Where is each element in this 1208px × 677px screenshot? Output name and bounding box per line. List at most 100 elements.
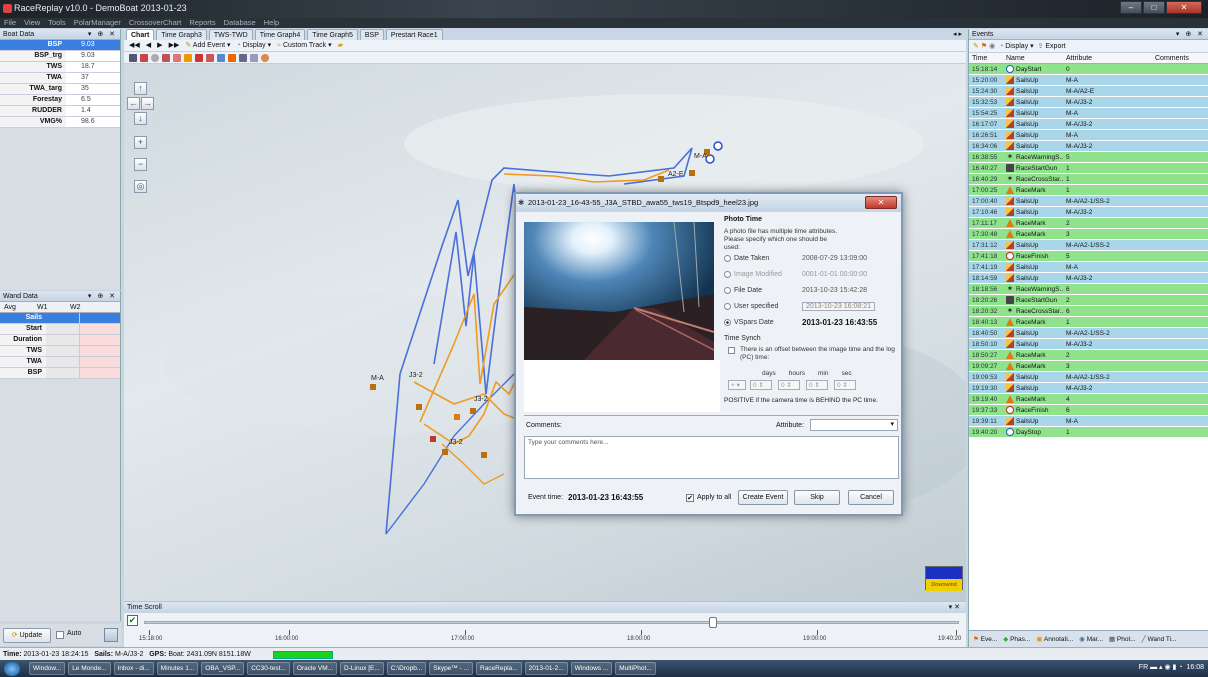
zoom-in-button[interactable]: + [134, 136, 147, 149]
pan-up-button[interactable]: ↑ [134, 82, 147, 95]
time-scroll-checkbox[interactable]: ✔ [127, 615, 138, 626]
taskbar-button[interactable]: RaceRepla... [476, 662, 522, 675]
taskbar-button[interactable]: Le Monde... [68, 662, 111, 675]
panel-pin-close-icon[interactable]: ▾ ⊕ ✕ [88, 29, 117, 40]
time-slider-thumb[interactable] [709, 617, 717, 628]
wand-w1-cell[interactable] [46, 357, 80, 367]
option-file-date[interactable]: File Date 2013-10-23 15:42:28 [724, 284, 867, 296]
clock[interactable]: 16:08 [1186, 664, 1204, 671]
wand-w2-cell[interactable] [80, 368, 120, 378]
radio-date-taken[interactable] [724, 254, 731, 262]
col-attribute[interactable]: Attribute [1063, 53, 1152, 63]
tab-prestart-race1[interactable]: Prestart Race1 [385, 29, 443, 40]
target-icon[interactable]: ◉ [989, 43, 995, 50]
boat-data-row[interactable]: TWS 18.7 [0, 62, 120, 73]
wand-data-row[interactable]: Start [0, 324, 120, 335]
taskbar-button[interactable]: Window... [29, 662, 66, 675]
days-spinner[interactable]: 0 ⇕ [750, 380, 772, 390]
comments-textarea[interactable]: Type your comments here... [524, 436, 899, 479]
event-row[interactable]: 15:32:53 SailsUp M-A/J3-2 [969, 97, 1208, 108]
measure-tool-icon[interactable] [206, 53, 214, 62]
pan-down-button[interactable]: ↓ [134, 112, 147, 125]
event-row[interactable]: 16:17:07 SailsUp M-A/J3-2 [969, 119, 1208, 130]
event-row[interactable]: 16:26:51 SailsUp M-A [969, 130, 1208, 141]
event-row[interactable]: 18:50:27 RaceMark 2 [969, 350, 1208, 361]
tab-annotations[interactable]: ▣ Annotati... [1036, 631, 1073, 647]
wand-w2-cell[interactable] [80, 346, 120, 356]
taskbar-button[interactable]: D-Linux [E... [340, 662, 384, 675]
zoom-out-button[interactable]: − [134, 158, 147, 171]
close-button[interactable]: ✕ [1166, 1, 1202, 14]
add-event-button[interactable]: ✎ Add Event ▾ [185, 40, 230, 51]
option-date-taken[interactable]: Date Taken 2008-07-29 13:09:00 [724, 252, 867, 264]
wand-w2-cell[interactable] [80, 313, 120, 323]
wand-w1-cell[interactable] [46, 324, 80, 334]
taskbar-button[interactable]: MultiPhot... [615, 662, 656, 675]
create-event-button[interactable]: Create Event [738, 490, 788, 505]
sec-spinner[interactable]: 0 ⇕ [834, 380, 856, 390]
draw-tool-icon[interactable] [173, 53, 181, 62]
sail-change-marker[interactable] [481, 452, 487, 458]
tab-phases[interactable]: ◆ Phas... [1003, 631, 1030, 647]
wind-tool-icon[interactable] [239, 53, 247, 62]
boat-data-row[interactable]: Forestay 6.5 [0, 95, 120, 106]
boat-data-row[interactable]: TWA 37 [0, 73, 120, 84]
menu-crossoverchart[interactable]: CrossoverChart [129, 18, 182, 28]
panel-pin-close-icon[interactable]: ▾ ⊕ ✕ [88, 291, 117, 302]
last-button-icon[interactable]: ▶▶ [169, 40, 180, 51]
radio-file-date[interactable] [724, 286, 731, 294]
event-row[interactable]: 17:30:48 RaceMark 3 [969, 229, 1208, 240]
taskbar-button[interactable]: Minutes 1... [156, 662, 199, 675]
event-row[interactable]: 15:18:14 DayStart 0 [969, 64, 1208, 75]
event-row[interactable]: 17:31:12 SailsUp M-A/A2-1/SS-2 [969, 240, 1208, 251]
wand-data-row[interactable]: Duration [0, 335, 120, 346]
taskbar-button[interactable]: Inbox - di... [113, 662, 154, 675]
event-row[interactable]: 15:24:30 SailsUp M-A/A2-E [969, 86, 1208, 97]
sail-change-marker[interactable] [658, 176, 664, 182]
hours-spinner[interactable]: 0 ⇕ [778, 380, 800, 390]
auto-checkbox[interactable] [56, 631, 64, 639]
event-row[interactable]: 18:20:26 RaceStartGun 2 [969, 295, 1208, 306]
wand-data-row[interactable]: TWS [0, 346, 120, 357]
event-row[interactable]: 18:20:32 ✶ RaceCrossStar... 6 [969, 306, 1208, 317]
event-row[interactable]: 17:00:25 RaceMark 1 [969, 185, 1208, 196]
time-scroll-close-icon[interactable]: ▾ ✕ [949, 602, 960, 613]
settings-icon[interactable] [104, 628, 118, 642]
zoom-tool-icon[interactable] [140, 53, 148, 62]
tab-scroll-arrows-icon[interactable]: ◂ ▸ [953, 30, 962, 38]
wand-data-row[interactable]: BSP [0, 368, 120, 379]
min-spinner[interactable]: 0 ⇕ [806, 380, 828, 390]
mark-tool-icon[interactable] [195, 53, 203, 62]
event-row[interactable]: 17:00:40 SailsUp M-A/A2-1/SS-2 [969, 196, 1208, 207]
radio-image-modified[interactable] [724, 270, 731, 278]
offset-checkbox[interactable] [728, 347, 735, 354]
boat-tool-icon[interactable] [228, 53, 236, 62]
event-row[interactable]: 19:19:30 SailsUp M-A/J3-2 [969, 383, 1208, 394]
menu-tools[interactable]: Tools [48, 18, 66, 28]
event-row[interactable]: 19:09:53 SailsUp M-A/A2-1/SS-2 [969, 372, 1208, 383]
taskbar-button[interactable]: C:\Dropb... [386, 662, 427, 675]
tray-icons[interactable]: ▬ ▴ ◉ ▮ ◔ [1150, 664, 1182, 671]
circle-tool-icon[interactable] [151, 53, 159, 62]
race-mark-marker[interactable] [454, 414, 460, 420]
export-button[interactable]: ⇪ Export [1038, 43, 1066, 50]
event-row[interactable]: 16:38:55 ✶ RaceWarningS... 5 [969, 152, 1208, 163]
tab-events[interactable]: ⚑ Eve... [973, 631, 997, 647]
boat-data-row[interactable]: VMG% 98.6 [0, 117, 120, 128]
flag-icon[interactable]: ⚑ [981, 43, 987, 50]
tab-time-graph4[interactable]: Time Graph4 [254, 29, 306, 40]
menu-reports[interactable]: Reports [189, 18, 215, 28]
language-indicator[interactable]: FR [1139, 664, 1148, 671]
tab-chart[interactable]: Chart [126, 29, 155, 40]
event-row[interactable]: 18:40:13 RaceMark 1 [969, 317, 1208, 328]
taskbar-button[interactable]: CC30-test... [247, 662, 290, 675]
stop-marker[interactable] [705, 154, 715, 164]
boat-data-row[interactable]: TWA_targ 35 [0, 84, 120, 95]
taskbar-button[interactable]: Windows ... [570, 662, 613, 675]
sign-dropdown[interactable]: + ▾ [728, 380, 746, 390]
event-row[interactable]: 19:40:20 DayStop 1 [969, 427, 1208, 438]
col-time[interactable]: Time [969, 53, 1003, 63]
panel-pin-close-icon[interactable]: ▾ ⊕ ✕ [1176, 29, 1205, 40]
event-row[interactable]: 16:40:29 ✶ RaceCrossStar... 1 [969, 174, 1208, 185]
sail-change-marker[interactable] [442, 449, 448, 455]
